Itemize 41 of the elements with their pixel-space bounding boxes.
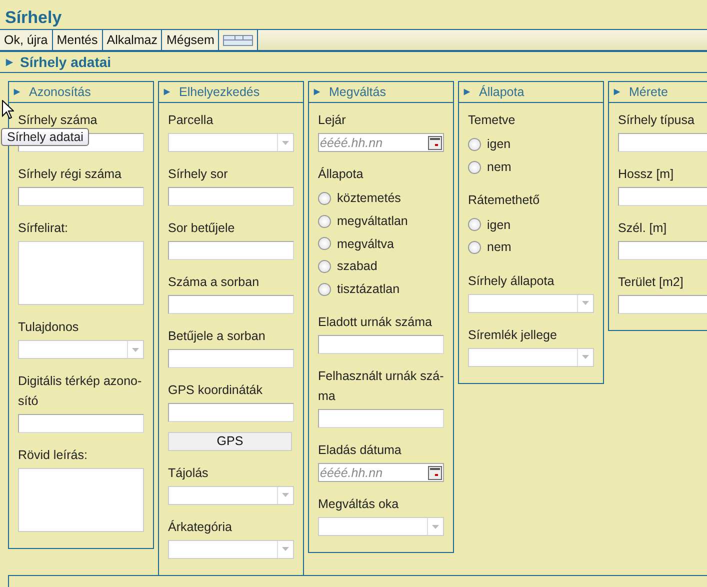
tooltip: Sírhely adatai xyxy=(1,128,90,146)
field-label: Parcella xyxy=(168,112,214,129)
field-label: Betűjele a sorban xyxy=(168,328,266,345)
field-label: Árkategória xyxy=(168,518,233,536)
field-label: Sírhely sor xyxy=(168,166,229,183)
field-label: Rövid leírás: xyxy=(18,447,88,464)
field-label: Száma a sorban xyxy=(168,274,260,291)
radio-label: tisztázatlan xyxy=(337,282,400,296)
field-label: Hossz [m] xyxy=(618,166,675,183)
field-label: Rátemethető xyxy=(468,192,541,210)
field-label: Temetve xyxy=(468,112,516,129)
field-label: Tájolás xyxy=(168,464,210,482)
field-label: Sírhely régi száma xyxy=(18,166,123,183)
radio-label: megváltatlan xyxy=(337,214,408,228)
field-label: Digitális térkép azono- sító xyxy=(18,373,143,410)
radio-label: nem xyxy=(487,240,512,254)
field-label: Sírfelirat: xyxy=(18,220,70,237)
field-label: Tulajdonos xyxy=(18,319,80,336)
field-label: Megváltás oka xyxy=(318,496,400,514)
radio-label: megváltva xyxy=(337,236,394,251)
page-title: Sírhely xyxy=(4,7,63,29)
field-label: Terület [m2] xyxy=(618,274,684,291)
field-label: Sírhely állapota xyxy=(468,272,556,290)
radio-label: nem xyxy=(487,160,512,174)
field-label: Szél. [m] xyxy=(618,220,668,237)
placeholder: éééé.hh.nn xyxy=(319,466,383,480)
radio-label: köztemetés xyxy=(337,191,401,206)
radio-label: igen xyxy=(487,218,511,232)
field-label: Sor betűjele xyxy=(168,220,236,237)
field-label: Síremlék jellege xyxy=(468,326,558,344)
field-label: Eladott urnák száma xyxy=(318,314,433,332)
field-label: Sírhely száma xyxy=(18,112,98,129)
field-label: Felhasznált urnák szá- ma xyxy=(318,368,445,406)
field-label: Lejár xyxy=(318,112,347,129)
field-label: Állapota xyxy=(318,166,364,183)
radio-label: szabad xyxy=(337,259,378,274)
radio-label: igen xyxy=(487,137,511,152)
field-label: GPS koordináták xyxy=(168,382,264,399)
field-label: Sírhely típusa xyxy=(618,112,696,129)
placeholder: éééé.hh.nn xyxy=(319,136,383,150)
field-label: Eladás dátuma xyxy=(318,442,402,460)
